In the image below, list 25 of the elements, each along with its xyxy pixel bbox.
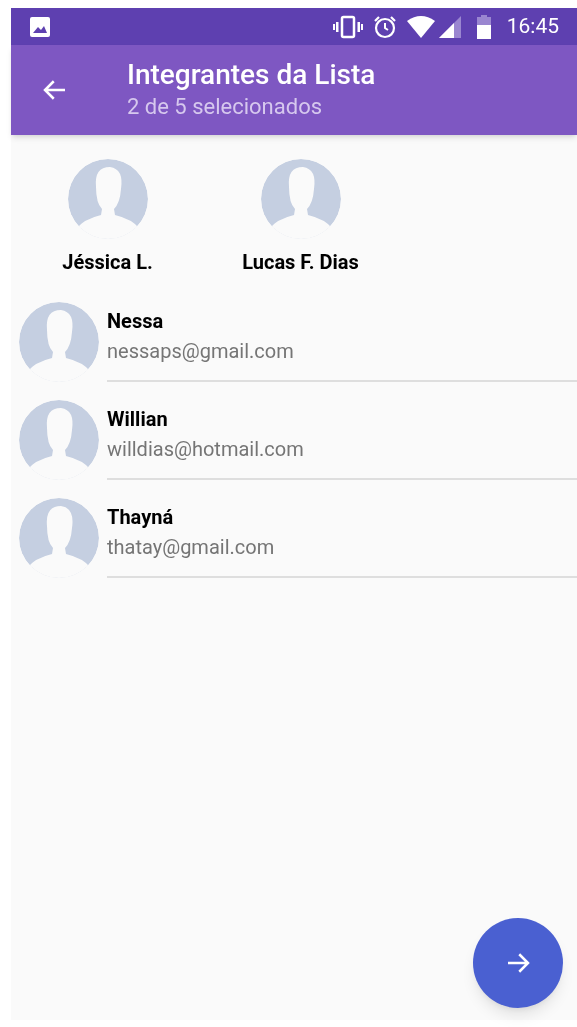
avatar-icon (19, 302, 99, 382)
contact-row[interactable]: Nessa nessaps@gmail.com (11, 285, 577, 383)
contact-row[interactable]: Thayná thatay@gmail.com (11, 481, 577, 579)
avatar-icon (19, 498, 99, 578)
contact-email: willdias@hotmail.com (107, 436, 305, 463)
contact-name: Thayná (107, 504, 175, 530)
member-name: Lucas F. Dias (242, 249, 359, 276)
signal-icon (438, 15, 461, 38)
member-name: Jéssica L. (62, 249, 153, 276)
contact-name: Nessa (107, 308, 165, 334)
avatar-icon (19, 400, 99, 480)
avatar-icon (67, 159, 148, 239)
contact-name: Willian (107, 406, 169, 432)
battery-icon (476, 14, 491, 39)
screen-subtitle: 2 de 5 selecionados (127, 93, 324, 121)
screen-title: Integrantes da Lista (127, 58, 376, 92)
vibrate-icon (332, 14, 363, 39)
image-icon (29, 15, 51, 38)
avatar-icon (260, 159, 341, 239)
contact-email: thatay@gmail.com (107, 534, 276, 561)
status-time: 16:45 (506, 12, 559, 40)
alarm-icon (372, 14, 397, 39)
wifi-icon (406, 15, 435, 38)
contact-email: nessaps@gmail.com (107, 338, 295, 365)
contact-row[interactable]: Willian willdias@hotmail.com (11, 383, 577, 481)
